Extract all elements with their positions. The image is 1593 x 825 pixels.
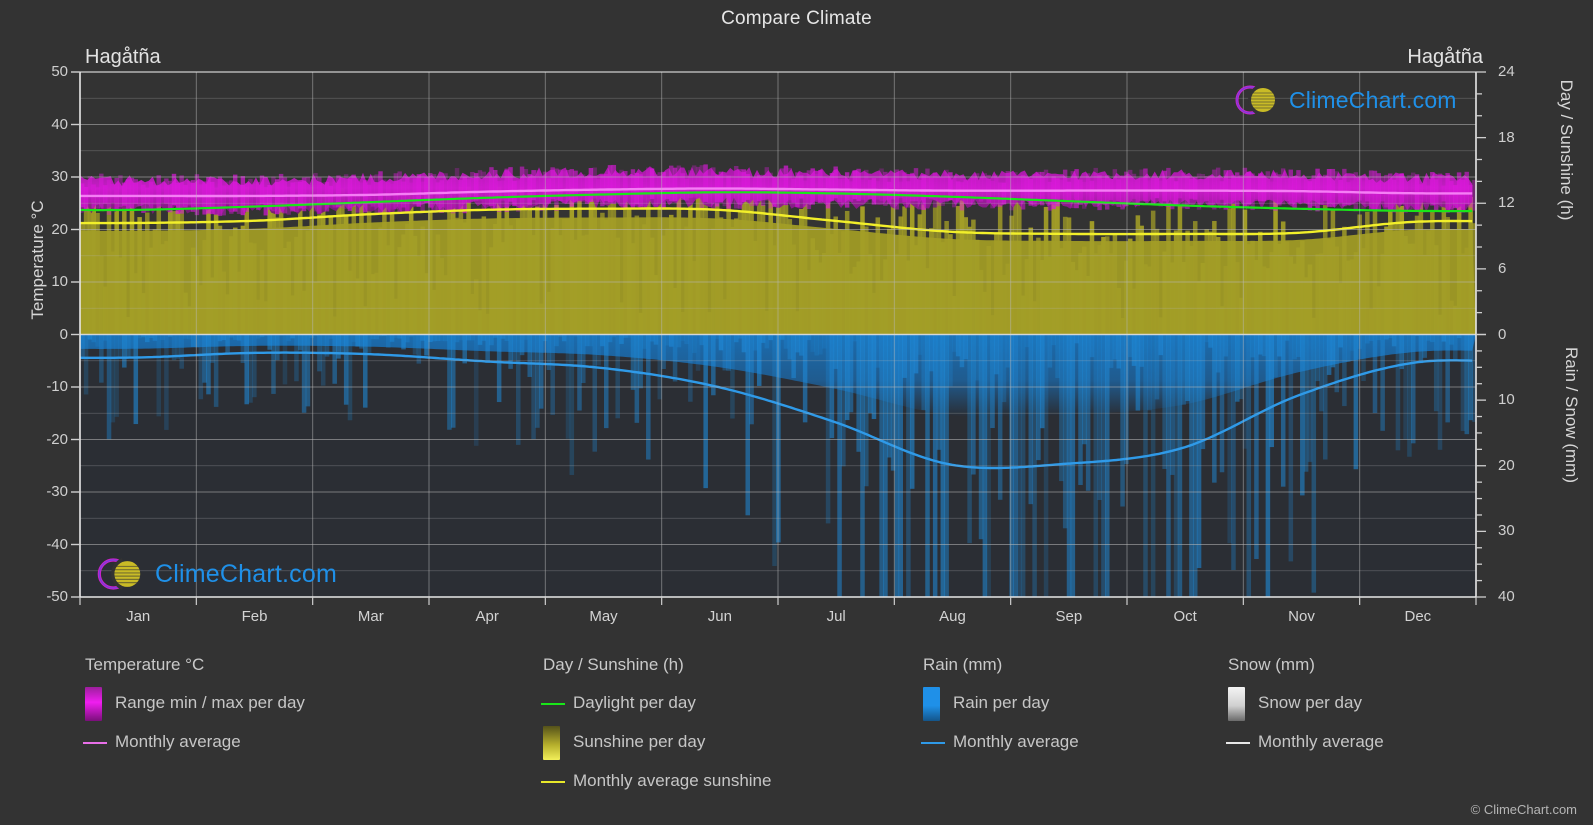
y-tick-temperature: -20 [46,430,68,448]
x-tick-oct: Oct [1173,608,1197,625]
y-tick-day-sunshine: 0 [1498,325,1507,343]
x-tick-aug: Aug [939,608,966,625]
legend-swatch-1-1 [543,726,560,760]
y-tick-day-sunshine: 12 [1498,194,1515,212]
logo-text-top: ClimeChart.com [1289,86,1457,113]
legend-label-2-1: Monthly average [953,732,1079,751]
legend-line-1-2 [541,781,565,783]
legend-line-3-1 [1226,742,1250,744]
y-axis-title-rain-snow: Rain / Snow (mm) [1562,346,1581,484]
legend-heading-0: Temperature °C [85,655,205,674]
legend-label-2-0: Rain per day [953,693,1050,712]
climate-chart-page: Compare Climate Hagåtña Hagåtña Temperat… [0,0,1593,825]
city-label-left: Hagåtña [85,46,161,68]
x-tick-jan: Jan [126,608,151,625]
logo-text-bottom: ClimeChart.com [155,559,337,588]
y-tick-day-sunshine: 6 [1498,259,1507,277]
y-tick-rain-snow: 40 [1498,588,1515,605]
x-tick-sep: Sep [1055,608,1083,625]
legend-label-3-0: Snow per day [1258,693,1362,712]
y-tick-day-sunshine: 24 [1498,63,1515,80]
y-tick-temperature: -10 [46,378,68,395]
legend-label-0-0: Range min / max per day [115,693,305,712]
x-tick-apr: Apr [475,608,499,625]
legend-swatch-2-0 [923,687,940,721]
legend-heading-3: Snow (mm) [1228,655,1315,674]
city-label-right: Hagåtña [1407,46,1483,68]
climechart-logo-icon-2 [97,558,141,590]
legend-line-0-1 [83,742,107,744]
y-tick-temperature: -50 [46,588,68,605]
legend-label-1-2: Monthly average sunshine [573,771,772,790]
y-tick-temperature: -40 [46,535,68,553]
page-title: Compare Climate [721,8,872,29]
copyright-text: © ClimeChart.com [1470,802,1577,817]
x-tick-mar: Mar [357,608,384,625]
y-tick-temperature: 0 [59,325,68,343]
legend-line-2-1 [921,742,945,744]
y-tick-rain-snow: 30 [1498,522,1515,540]
legend-swatch-0-0 [85,687,102,721]
y-tick-rain-snow: 10 [1498,391,1515,409]
legend-label-3-1: Monthly average [1258,732,1384,751]
legend-heading-2: Rain (mm) [923,655,1003,674]
x-tick-jul: Jul [826,608,846,625]
logo-watermark-bottom: ClimeChart.com [95,552,337,596]
y-tick-temperature: 20 [51,220,68,238]
y-tick-temperature: 30 [51,168,68,185]
legend-heading-1: Day / Sunshine (h) [543,655,684,674]
y-tick-temperature: 50 [51,63,68,80]
y-tick-temperature: 10 [51,273,68,290]
x-tick-feb: Feb [241,608,268,625]
y-tick-rain-snow: 20 [1498,456,1515,474]
climechart-logo-icon [1235,85,1275,115]
logo-watermark-top: ClimeChart.com [1233,80,1457,120]
x-tick-jun: Jun [707,608,732,625]
x-tick-dec: Dec [1404,608,1432,625]
legend-swatch-3-0 [1228,687,1245,721]
legend-line-1-0 [541,703,565,705]
legend-label-1-1: Sunshine per day [573,732,706,751]
y-axis-title-day-sunshine: Day / Sunshine (h) [1557,79,1576,221]
y-tick-day-sunshine: 18 [1498,128,1515,146]
x-tick-may: May [589,608,618,625]
legend-label-0-1: Monthly average [115,732,241,751]
x-tick-nov: Nov [1288,608,1315,625]
legend-label-1-0: Daylight per day [573,693,696,712]
y-tick-temperature: 40 [51,115,68,133]
y-tick-temperature: -30 [46,483,68,500]
